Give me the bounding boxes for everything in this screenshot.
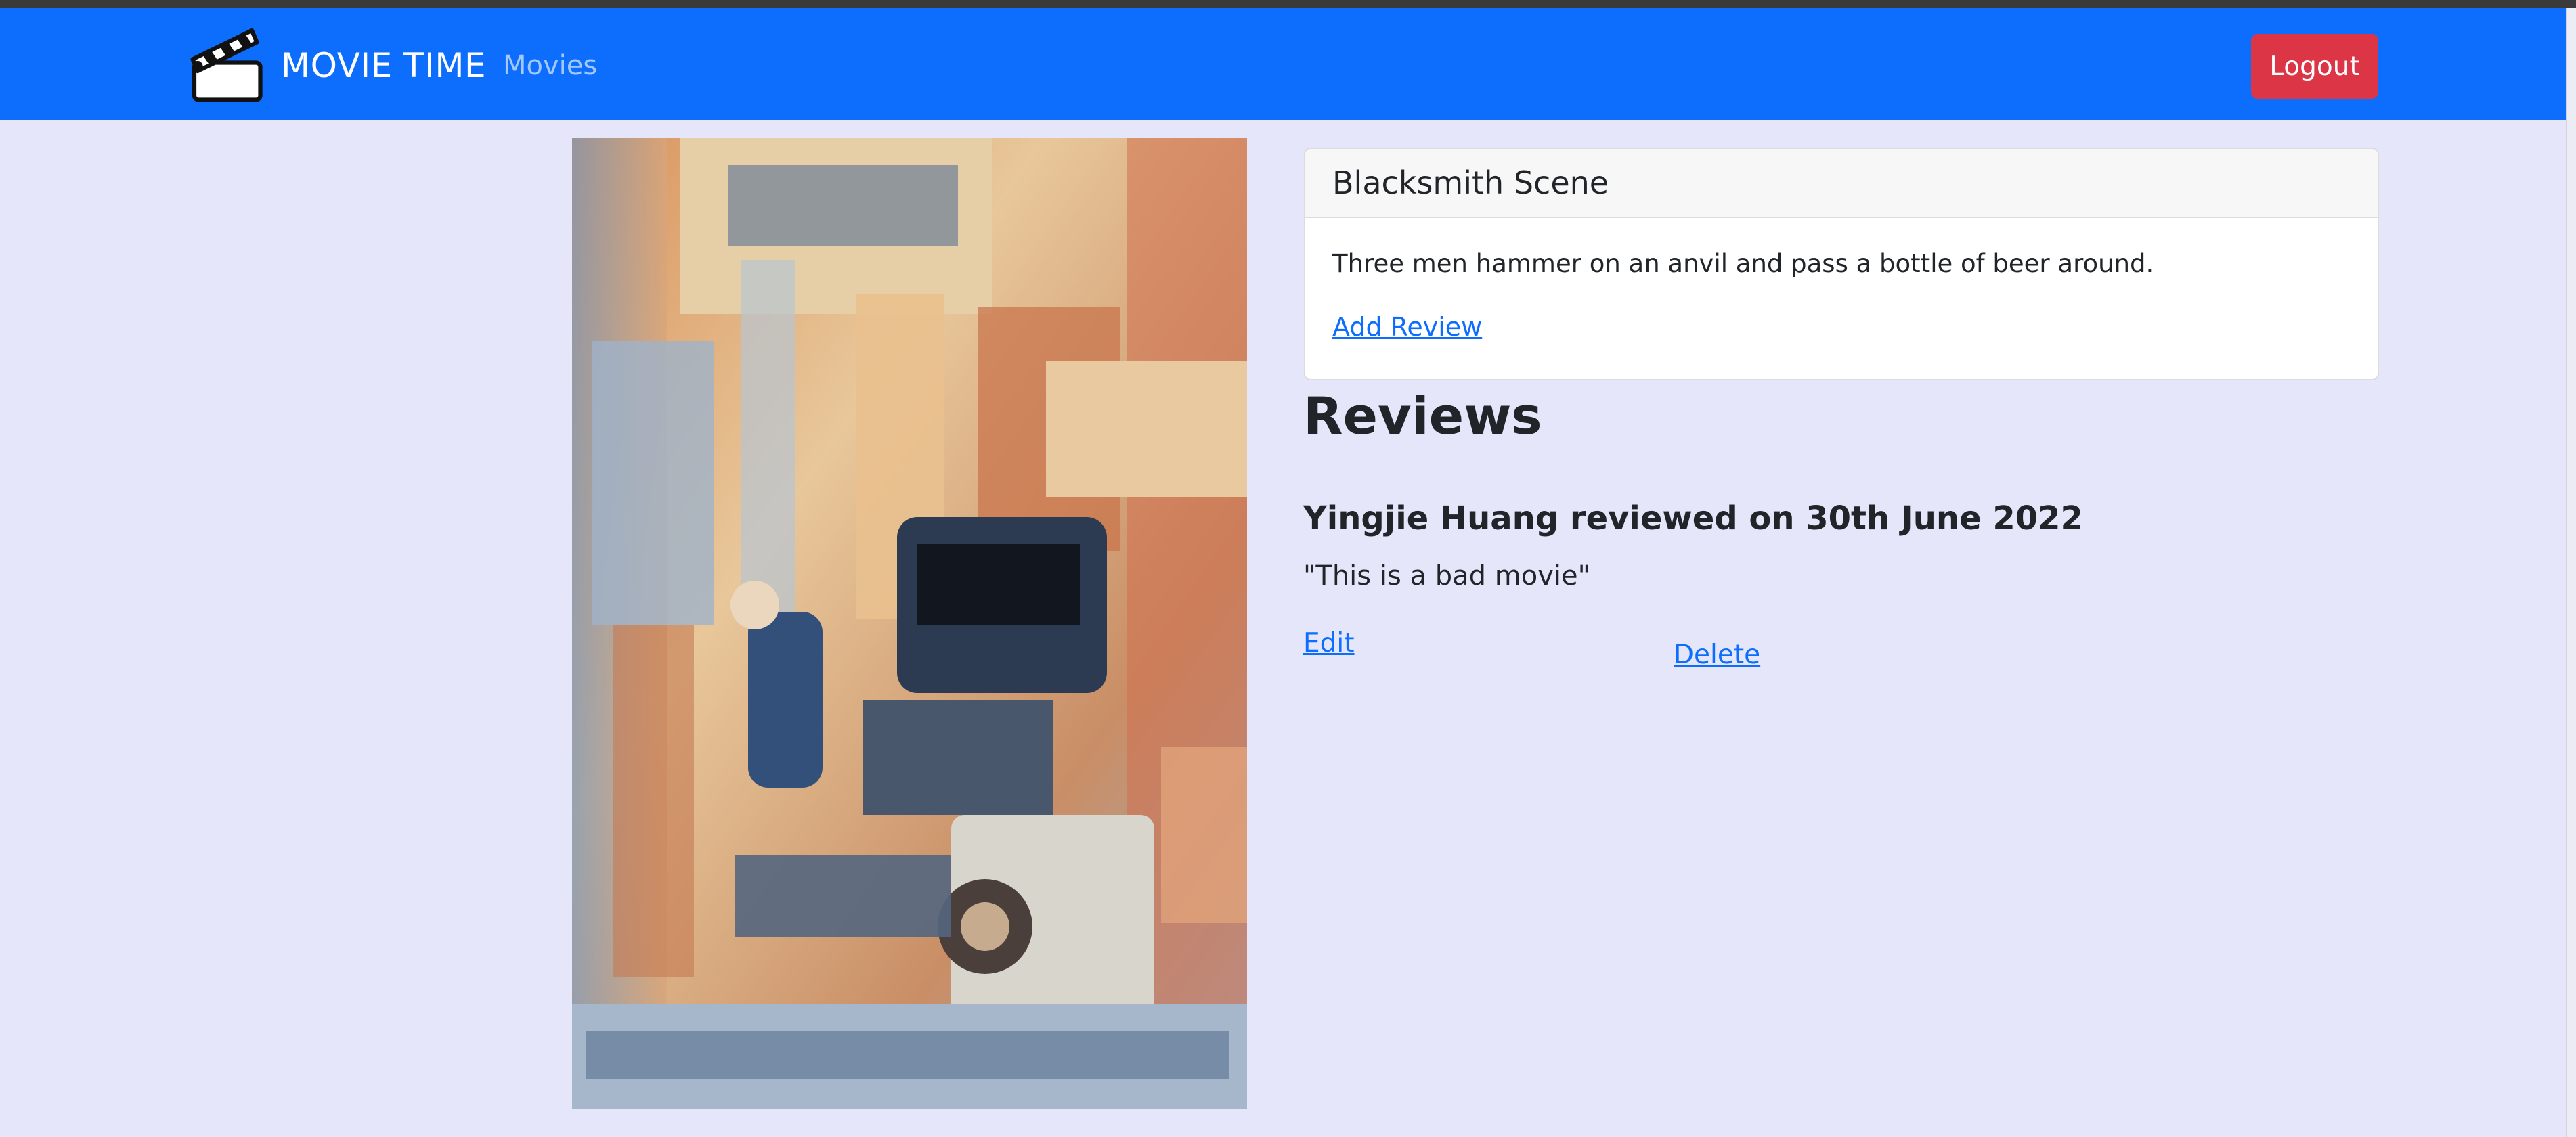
page-scrollbar[interactable] — [2566, 8, 2576, 1137]
brand-link[interactable]: MOVIE TIME — [184, 22, 486, 110]
review-title: Yingjie Huang reviewed on 30th June 2022 — [1303, 499, 2083, 537]
movie-poster-image — [572, 138, 1247, 1109]
navbar: MOVIE TIME Movies Logout — [0, 8, 2576, 120]
reviews-heading: Reviews — [1303, 386, 1542, 446]
add-review-link[interactable]: Add Review — [1332, 312, 1482, 342]
review-text: "This is a bad movie" — [1303, 560, 1590, 592]
edit-review-link[interactable]: Edit — [1303, 628, 1355, 659]
clapperboard-icon — [190, 28, 263, 102]
movie-title: Blacksmith Scene — [1332, 164, 1609, 201]
nav-link-movies[interactable]: Movies — [503, 50, 597, 81]
movie-card-body: Three men hammer on an anvil and pass a … — [1305, 218, 2378, 342]
delete-review-link[interactable]: Delete — [1674, 640, 1760, 670]
movie-card-header: Blacksmith Scene — [1305, 149, 2378, 218]
brand-title: MOVIE TIME — [281, 46, 487, 85]
movie-details-card: Blacksmith Scene Three men hammer on an … — [1304, 148, 2379, 380]
movie-description: Three men hammer on an anvil and pass a … — [1332, 249, 2154, 278]
window-top-strip — [0, 0, 2576, 8]
logout-button[interactable]: Logout — [2251, 34, 2378, 99]
